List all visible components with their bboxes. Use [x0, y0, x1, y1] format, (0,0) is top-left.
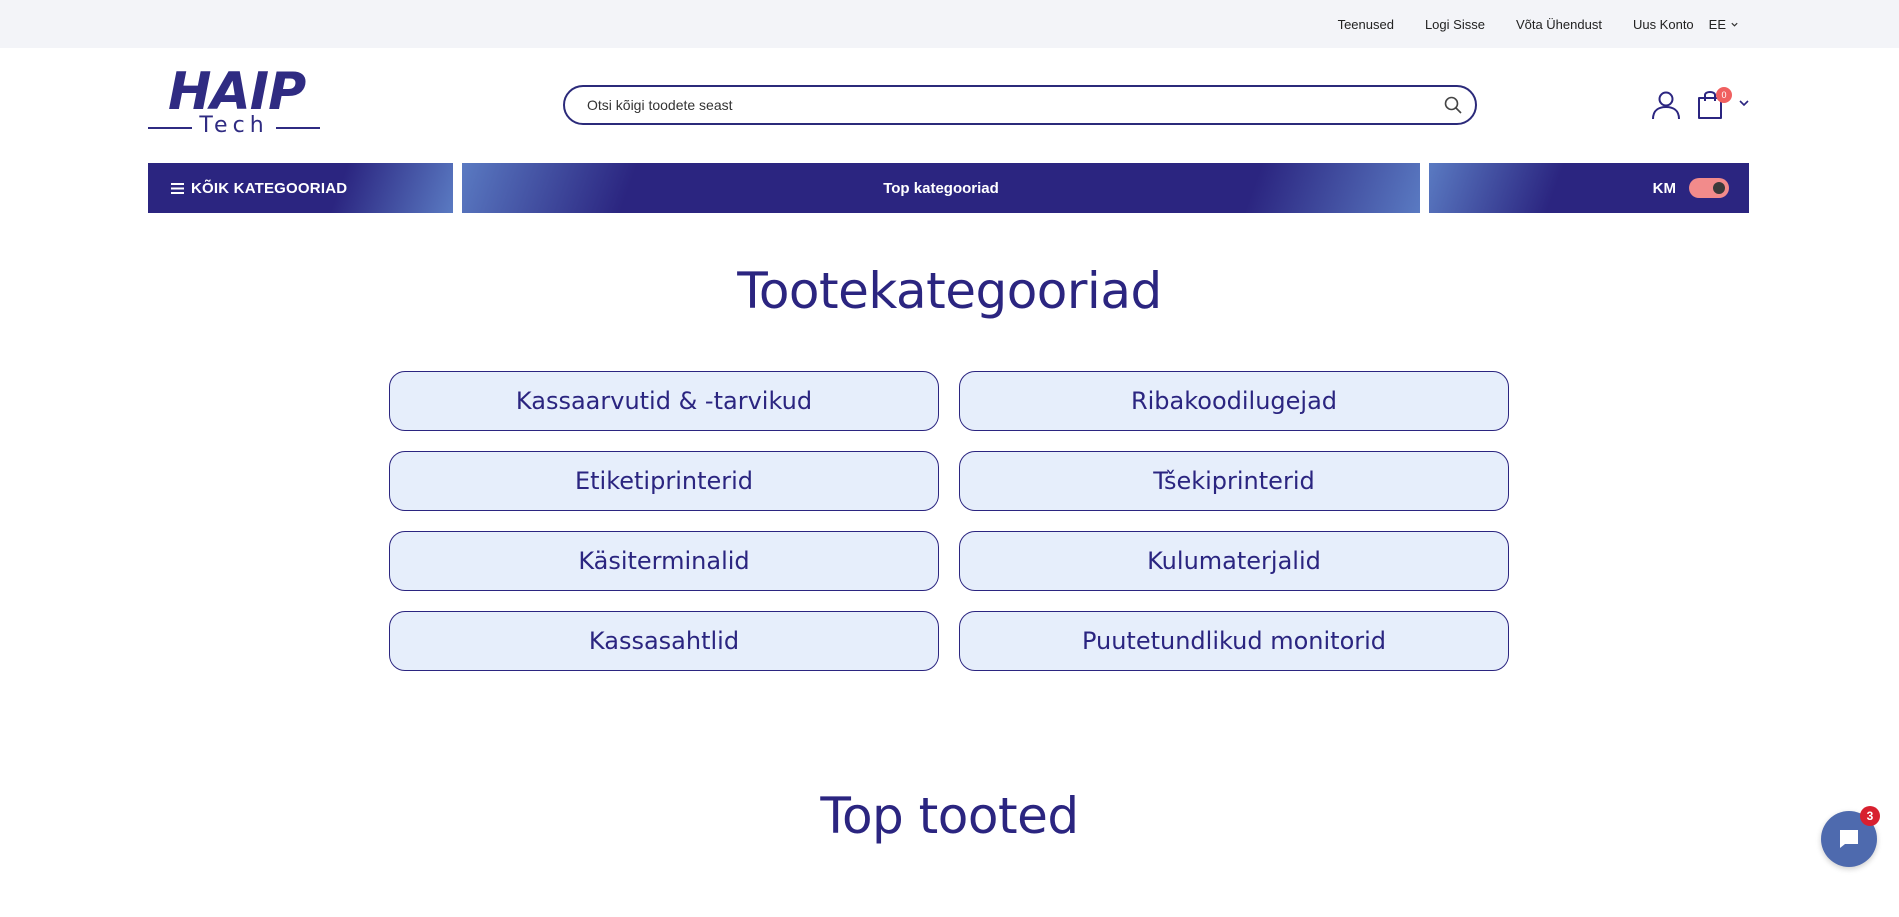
link-services[interactable]: Teenused	[1338, 17, 1394, 32]
toggle-knob	[1713, 182, 1725, 194]
top-categories-button[interactable]: Top kategooriad	[462, 163, 1420, 213]
link-contact[interactable]: Võta Ühendust	[1516, 17, 1602, 32]
vat-toggle[interactable]	[1689, 178, 1729, 198]
search-icon[interactable]	[1443, 95, 1463, 115]
cart-count-badge: 0	[1716, 87, 1732, 103]
logo-subtext: Tech	[148, 115, 320, 137]
search-input[interactable]	[587, 97, 1443, 113]
category-button[interactable]: Kulumaterjalid	[959, 531, 1509, 591]
top-products-title: Top tooted	[820, 787, 1079, 845]
user-icon[interactable]	[1651, 90, 1681, 120]
link-new-account[interactable]: Uus Konto	[1633, 17, 1694, 32]
chat-notification-badge: 3	[1860, 806, 1880, 826]
top-categories-label: Top kategooriad	[883, 179, 999, 197]
language-selector[interactable]: EE	[1709, 17, 1739, 32]
language-label: EE	[1708, 16, 1726, 32]
chat-icon	[1840, 830, 1858, 848]
chevron-down-icon	[1731, 22, 1738, 27]
logo[interactable]: HAIP Tech	[148, 66, 320, 138]
top-utility-bar: Teenused Logi Sisse Võta Ühendust Uus Ko…	[0, 0, 1899, 48]
category-button[interactable]: Kassasahtlid	[389, 611, 939, 671]
category-button[interactable]: Kassaarvutid & -tarvikud	[389, 371, 939, 431]
vat-toggle-area: KM	[1429, 163, 1749, 213]
category-grid: Kassaarvutid & -tarvikud Ribakoodilugeja…	[389, 371, 1509, 671]
category-button[interactable]: Etiketiprinterid	[389, 451, 939, 511]
logo-main-text: HAIP	[168, 62, 306, 122]
chevron-down-icon[interactable]	[1738, 98, 1750, 108]
link-login[interactable]: Logi Sisse	[1425, 17, 1485, 32]
menu-icon	[171, 182, 184, 194]
vat-label: KM	[1652, 179, 1676, 197]
category-button[interactable]: Tšekiprinterid	[959, 451, 1509, 511]
categories-title: Tootekategooriad	[737, 262, 1162, 320]
all-categories-button[interactable]: KÕIK KATEGOORIAD	[148, 163, 453, 213]
category-button[interactable]: Puutetundlikud monitorid	[959, 611, 1509, 671]
top-links: Teenused Logi Sisse Võta Ühendust Uus Ko…	[1338, 0, 1739, 48]
category-button[interactable]: Käsiterminalid	[389, 531, 939, 591]
search-bar	[563, 85, 1477, 125]
category-button[interactable]: Ribakoodilugejad	[959, 371, 1509, 431]
all-categories-label: KÕIK KATEGOORIAD	[191, 179, 348, 197]
